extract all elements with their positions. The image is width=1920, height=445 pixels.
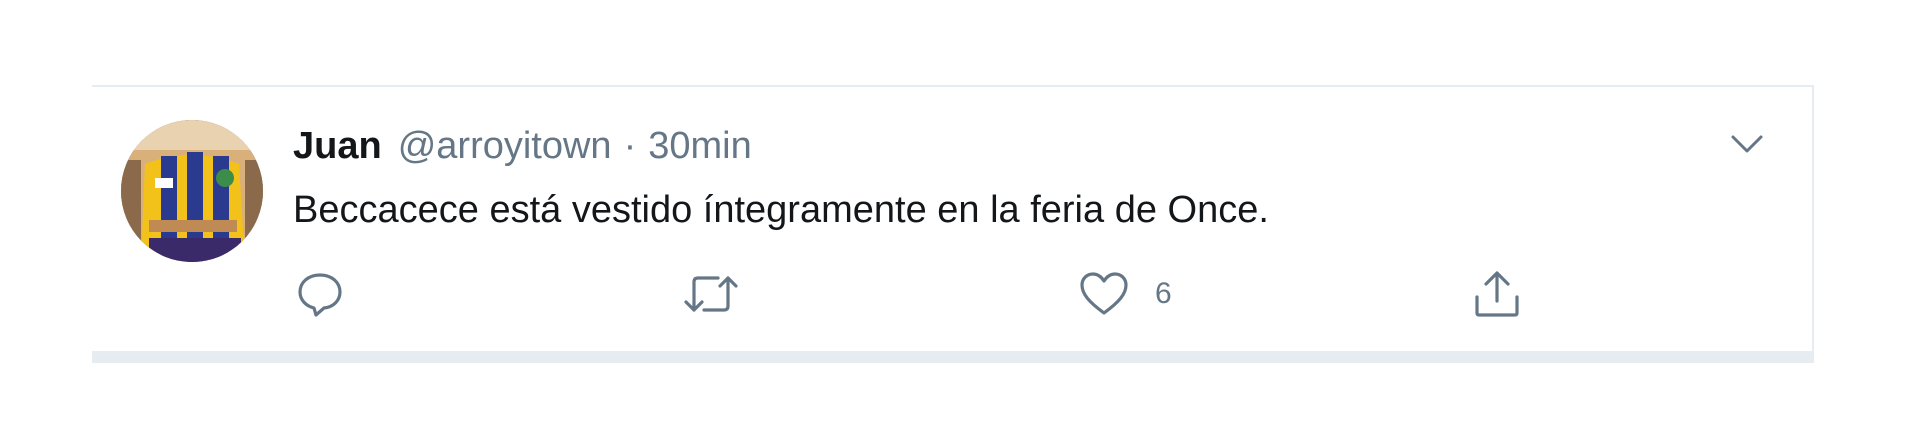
speech-bubble-icon [298, 273, 342, 317]
heart-icon [1080, 272, 1128, 315]
avatar[interactable] [121, 120, 263, 262]
tweet-text: Beccacece está vestido íntegramente en l… [293, 189, 1269, 231]
header-separator: · [623, 125, 637, 167]
share-upload-icon [1475, 271, 1519, 317]
chevron-down-icon [1731, 135, 1763, 153]
tweet-divider [92, 351, 1814, 363]
share-button[interactable] [1472, 267, 1522, 321]
tweet-menu-button[interactable] [1727, 124, 1767, 164]
avatar-image [121, 120, 263, 262]
like-button[interactable]: 6 [1079, 267, 1172, 321]
author-name[interactable]: Juan [293, 122, 382, 170]
like-count: 6 [1155, 277, 1172, 310]
tweet-header: Juan @arroyitown · 30min [293, 122, 752, 170]
retweet-button[interactable] [682, 267, 740, 321]
author-handle[interactable]: @arroyitown [398, 122, 612, 170]
retweet-arrows-icon [684, 276, 738, 312]
reply-button[interactable] [296, 267, 344, 321]
tweet-timestamp[interactable]: 30min [648, 122, 752, 170]
